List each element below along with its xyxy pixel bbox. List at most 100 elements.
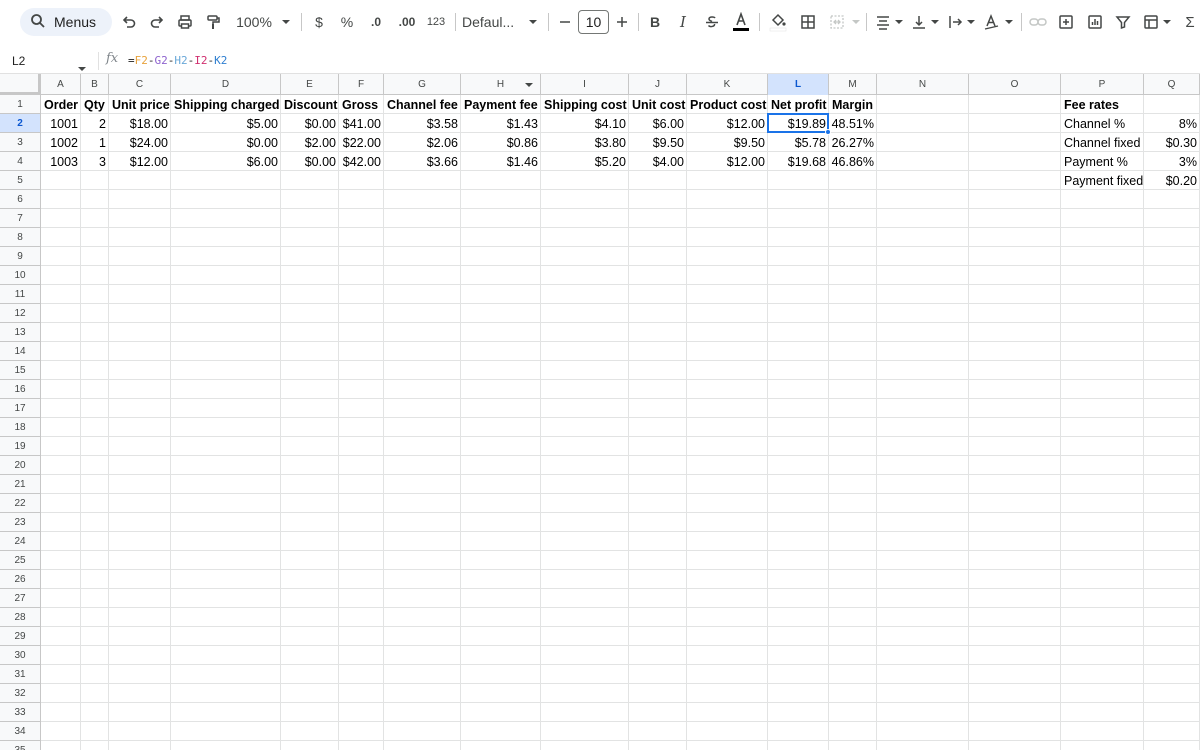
fill-color-icon[interactable] [767,10,789,34]
zoom-dropdown-icon[interactable] [280,10,292,34]
fee-rate-value[interactable]: $0.30 [1144,133,1200,152]
table-cell[interactable]: $3.80 [541,133,629,152]
menus-search-button[interactable]: Menus [20,8,112,36]
column-header-d[interactable]: D [171,74,281,95]
percent-format-button[interactable]: % [338,10,356,34]
filter-icon[interactable] [1113,10,1133,34]
formula-input[interactable]: =F2-G2-H2-I2-K2 [128,54,227,67]
fee-rate-value[interactable]: $0.20 [1144,171,1200,190]
column-title-payment-fee[interactable]: Payment fee [461,95,541,114]
table-cell[interactable]: $1.46 [461,152,541,171]
text-color-icon[interactable] [730,10,752,34]
redo-icon[interactable] [146,10,168,34]
table-cell[interactable]: $41.00 [339,114,384,133]
table-cell[interactable]: 2 [81,114,109,133]
fee-rate-value[interactable]: 8% [1144,114,1200,133]
column-header-q[interactable]: Q [1144,74,1200,95]
row-header-20[interactable]: 20 [0,456,41,475]
fee-rate-label[interactable]: Channel fixed [1061,133,1144,152]
column-title-unit-cost[interactable]: Unit cost [629,95,687,114]
text-rotation-icon[interactable] [981,10,1003,34]
number-format-button[interactable]: 123 [424,10,448,34]
row-header-17[interactable]: 17 [0,399,41,418]
undo-icon[interactable] [118,10,140,34]
row-header-15[interactable]: 15 [0,361,41,380]
row-header-28[interactable]: 28 [0,608,41,627]
print-icon[interactable] [174,10,196,34]
bold-button[interactable]: B [645,10,665,34]
insert-link-icon[interactable] [1028,10,1048,34]
table-cell[interactable]: $5.20 [541,152,629,171]
functions-sigma-icon[interactable]: Σ [1182,10,1198,34]
horizontal-align-icon[interactable] [873,10,893,34]
table-cell[interactable]: $0.00 [171,133,281,152]
column-title-net-profit[interactable]: Net profit [768,95,829,114]
fee-rate-value[interactable]: 3% [1144,152,1200,171]
table-cell[interactable]: $5.78 [768,133,829,152]
table-cell[interactable]: 48.51% [829,114,877,133]
table-cell[interactable]: $12.00 [109,152,171,171]
cell-area[interactable]: Order Qty Unit price Shipping charged Discou… [41,95,1200,750]
fee-rate-label[interactable]: Payment % [1061,152,1144,171]
row-header-22[interactable]: 22 [0,494,41,513]
table-cell[interactable]: $9.50 [629,133,687,152]
column-header-a[interactable]: A [41,74,81,95]
column-title-shipping-cost[interactable]: Shipping cost [541,95,629,114]
table-cell[interactable]: $24.00 [109,133,171,152]
row-header-29[interactable]: 29 [0,627,41,646]
column-title-order[interactable]: Order [41,95,81,114]
column-header-c[interactable]: C [109,74,171,95]
insert-comment-icon[interactable] [1056,10,1076,34]
horizontal-align-dropdown-icon[interactable] [894,10,904,34]
table-cell[interactable]: $5.00 [171,114,281,133]
table-cell[interactable]: 3 [81,152,109,171]
zoom-value[interactable]: 100% [234,10,274,34]
column-title-unit-price[interactable]: Unit price [109,95,171,114]
column-header-l[interactable]: L [768,74,829,95]
table-cell[interactable]: $4.00 [629,152,687,171]
decrease-decimal-button[interactable]: .0 [364,10,388,34]
column-header-o[interactable]: O [969,74,1061,95]
currency-format-button[interactable]: $ [310,10,328,34]
select-all-corner[interactable] [0,74,41,95]
table-cell[interactable]: $6.00 [629,114,687,133]
row-header-7[interactable]: 7 [0,209,41,228]
column-header-f[interactable]: F [339,74,384,95]
row-header-3[interactable]: 3 [0,133,41,152]
vertical-align-dropdown-icon[interactable] [930,10,940,34]
row-header-31[interactable]: 31 [0,665,41,684]
row-header-34[interactable]: 34 [0,722,41,741]
table-cell[interactable]: $2.00 [281,133,339,152]
italic-button[interactable]: I [673,10,693,34]
column-header-n[interactable]: N [877,74,969,95]
row-header-33[interactable]: 33 [0,703,41,722]
table-cell[interactable]: $9.50 [687,133,768,152]
table-cell[interactable]: $12.00 [687,152,768,171]
row-header-14[interactable]: 14 [0,342,41,361]
fee-rates-title[interactable]: Fee rates [1061,95,1144,114]
table-cell[interactable]: 1 [81,133,109,152]
row-header-2[interactable]: 2 [0,114,41,133]
borders-icon[interactable] [797,10,819,34]
spreadsheet-grid[interactable]: ABCDEFGHIJKLMNOPQ 1 2 3 4 5 6 7 8 9 10 11 12 13 14 15 1… [0,74,1200,750]
row-header-6[interactable]: 6 [0,190,41,209]
table-cell[interactable]: 1002 [41,133,81,152]
table-cell[interactable]: $0.00 [281,114,339,133]
text-wrap-dropdown-icon[interactable] [966,10,976,34]
column-header-e[interactable]: E [281,74,339,95]
column-header-j[interactable]: J [629,74,687,95]
strikethrough-icon[interactable] [701,10,723,34]
row-header-30[interactable]: 30 [0,646,41,665]
row-header-26[interactable]: 26 [0,570,41,589]
table-cell[interactable]: 1003 [41,152,81,171]
column-header-k[interactable]: K [687,74,768,95]
table-cell[interactable]: $0.86 [461,133,541,152]
column-title-discount[interactable]: Discount [281,95,339,114]
column-title-margin[interactable]: Margin [829,95,877,114]
table-cell[interactable]: $42.00 [339,152,384,171]
font-family-dropdown-icon[interactable] [527,10,539,34]
row-header-11[interactable]: 11 [0,285,41,304]
paint-format-icon[interactable] [202,10,224,34]
increase-decimal-button[interactable]: .00 [394,10,420,34]
row-header-12[interactable]: 12 [0,304,41,323]
